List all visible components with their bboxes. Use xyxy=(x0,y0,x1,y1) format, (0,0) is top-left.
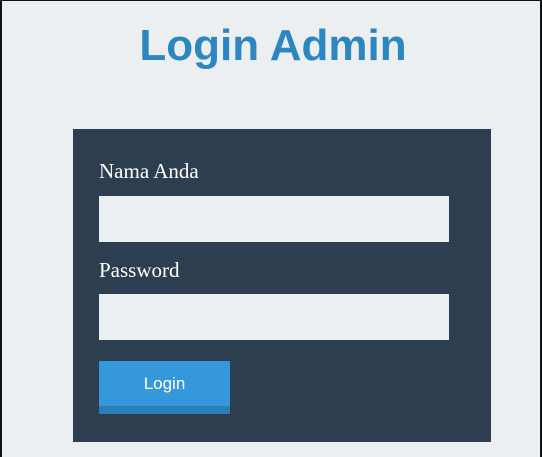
name-input[interactable] xyxy=(99,196,449,242)
password-label: Password xyxy=(99,258,180,282)
page-frame: Login Admin Nama Anda Password Login xyxy=(0,0,542,457)
page-title: Login Admin xyxy=(139,21,407,70)
login-button[interactable]: Login xyxy=(99,361,230,414)
password-input[interactable] xyxy=(99,294,449,340)
login-panel: Nama Anda Password Login xyxy=(73,129,491,442)
name-label: Nama Anda xyxy=(99,159,199,183)
